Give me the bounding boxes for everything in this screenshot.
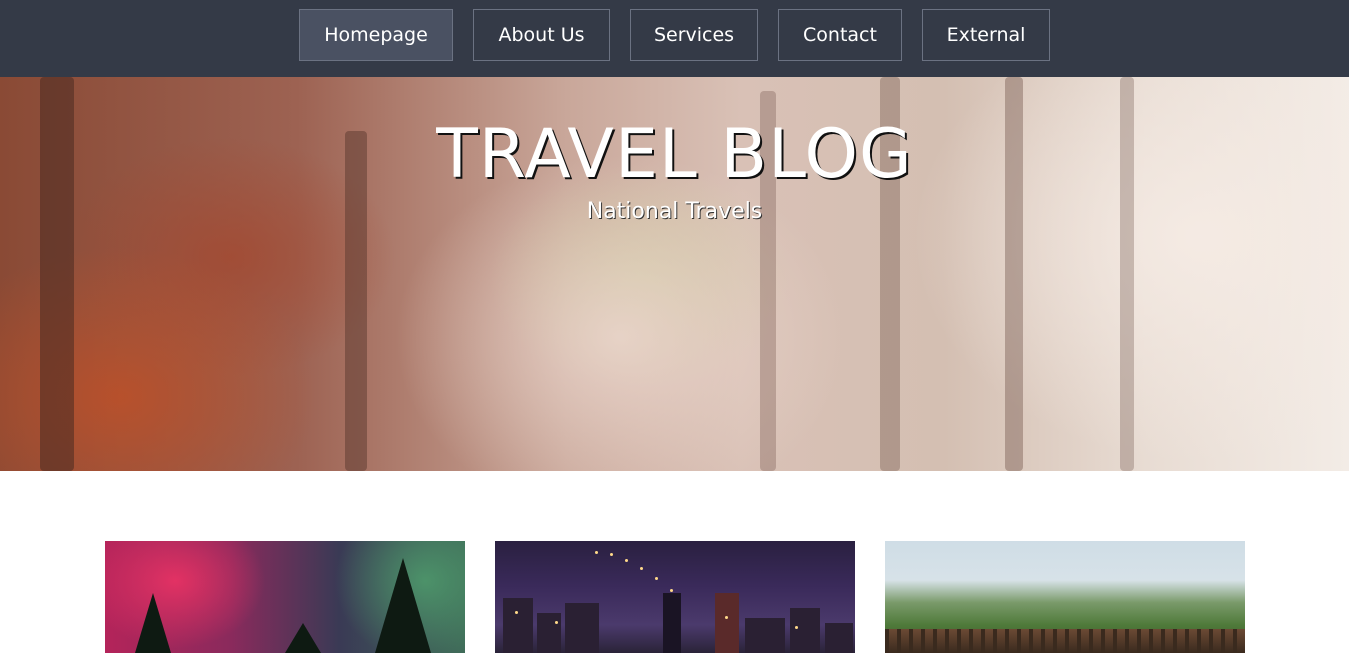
hero-subtitle: National Travels [586,199,763,224]
city-light [555,621,558,624]
city-light [725,616,728,619]
city-light [595,551,598,554]
skyline-building [745,618,785,653]
city-light [670,589,673,592]
nav-item-contact[interactable]: Contact [778,9,902,61]
card-image-railway-bridge[interactable] [885,541,1245,653]
card-image-aurora[interactable] [105,541,465,653]
city-light [655,577,658,580]
city-light [515,611,518,614]
nav-item-services[interactable]: Services [630,9,758,61]
hero-title: TRAVEL BLOG [436,115,913,194]
city-light [625,559,628,562]
card-image-city-bridge[interactable] [495,541,855,653]
pine-tree-silhouette [135,593,171,653]
skyline-building [503,598,533,653]
nav-item-external[interactable]: External [922,9,1050,61]
skyline-building [790,608,820,653]
pine-tree-silhouette [375,558,431,653]
bridge-tower [663,593,681,653]
skyline-building [715,593,739,653]
skyline-building [565,603,599,653]
nav-item-about-us[interactable]: About Us [473,9,610,61]
city-light [610,553,613,556]
hero-banner: TRAVEL BLOG National Travels [0,77,1349,471]
pine-tree-silhouette [285,623,321,653]
nav-item-homepage[interactable]: Homepage [299,9,453,61]
railway-bridge-railing [885,629,1245,653]
city-light [795,626,798,629]
city-light [640,567,643,570]
skyline-building [825,623,853,653]
skyline-building [537,613,561,653]
top-navigation: Homepage About Us Services Contact Exter… [0,0,1349,77]
